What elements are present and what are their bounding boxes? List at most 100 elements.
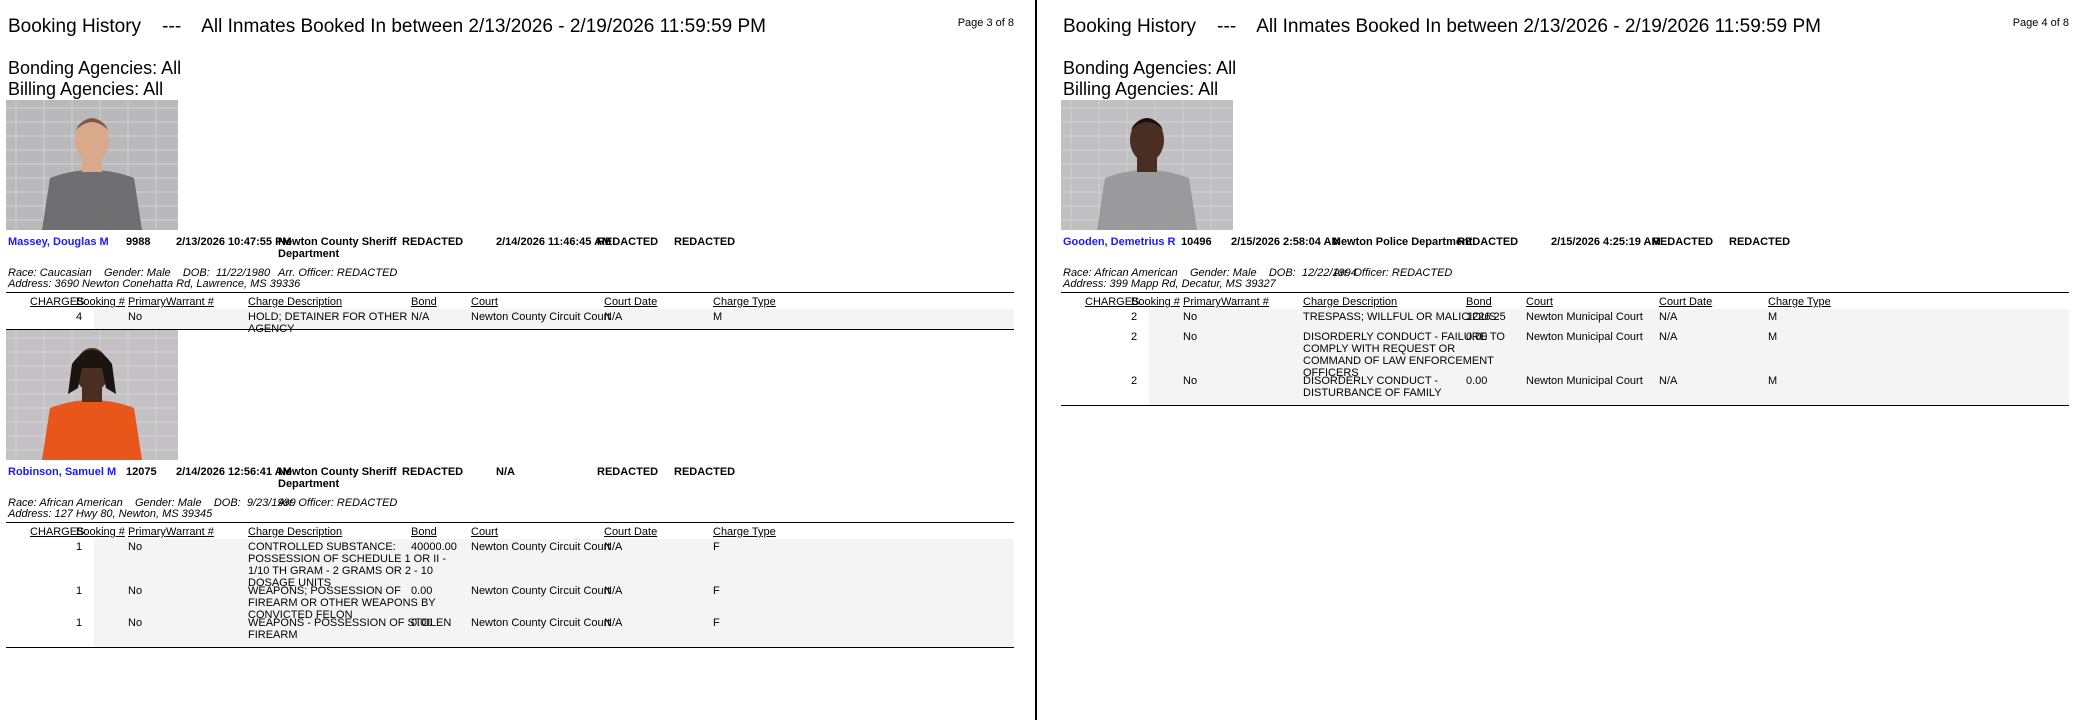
charge-booking: 1 bbox=[76, 541, 83, 553]
page-content: Booking History --- All Inmates Booked I… bbox=[6, 0, 1014, 648]
charges-header-bond: Bond bbox=[411, 296, 437, 308]
inmate-id: 9988 bbox=[126, 236, 151, 248]
charge-booking: 1 bbox=[76, 585, 83, 597]
charge-row: 2 No DISORDERLY CONDUCT - FAILURE TO COMPL… bbox=[1131, 329, 2069, 379]
charge-type: F bbox=[713, 585, 720, 597]
charges-header-warrant: Warrant # bbox=[166, 526, 214, 538]
charge-type: M bbox=[1768, 375, 1778, 387]
charge-court: Newton Municipal Court bbox=[1526, 311, 1643, 323]
charges-header-court-date: Court Date bbox=[604, 526, 658, 538]
charge-booking: 2 bbox=[1131, 311, 1138, 323]
charge-court-date: N/A bbox=[604, 617, 623, 629]
charges-table: CHARGES: Booking # Primary Warrant # Charge … bbox=[6, 292, 1014, 335]
arresting-agency: Newton County Sheriff Department bbox=[278, 466, 397, 490]
charges-header-type: Charge Type bbox=[713, 526, 776, 538]
charges-header-booking: Booking # bbox=[76, 526, 125, 538]
charges-header-warrant: Warrant # bbox=[1221, 296, 1269, 308]
charge-type: M bbox=[1768, 311, 1778, 323]
charges-header-court: Court bbox=[471, 526, 498, 538]
charge-court: Newton County Circuit Court bbox=[471, 585, 611, 597]
inmate-address: Address: 127 Hwy 80, Newton, MS 39345 bbox=[8, 508, 213, 520]
inmate-name: Gooden, Demetrius R bbox=[1063, 236, 1176, 248]
booking-summary: Robinson, Samuel M 12075 2/14/2026 12:56:4… bbox=[6, 466, 1014, 498]
report-title: Booking History --- All Inmates Booked I… bbox=[8, 16, 766, 37]
charge-bond: 0.00 bbox=[411, 617, 433, 629]
billing-agencies: Billing Agencies: All bbox=[1063, 79, 1219, 99]
charge-bond: 40000.00 bbox=[411, 541, 457, 553]
billing-agencies: Billing Agencies: All bbox=[8, 79, 164, 99]
redacted-field: REDACTED bbox=[674, 236, 736, 248]
charge-primary: No bbox=[128, 541, 143, 553]
inmate-id: 10496 bbox=[1181, 236, 1212, 248]
charge-bond: 1226.25 bbox=[1466, 311, 1506, 323]
charges-header-bond: Bond bbox=[1466, 296, 1492, 308]
charges-body: 2 No TRESPASS; WILLFUL OR MALICIOUS 1226.25… bbox=[1131, 309, 2069, 405]
report-page-4: Booking History --- All Inmates Booked I… bbox=[1037, 0, 2078, 720]
inmate-details: Race: Caucasian Gender: Male DOB: 11/22/… bbox=[6, 268, 1014, 290]
charge-row: 2 No DISORDERLY CONDUCT - DISTURBANCE OF F… bbox=[1131, 373, 2069, 405]
release-date: 2/15/2026 4:25:19 AM bbox=[1551, 236, 1661, 248]
redacted-field: REDACTED bbox=[402, 466, 464, 478]
charge-row: 1 No WEAPONS; POSSESSION OF FIREARM OR OTH… bbox=[76, 583, 1014, 621]
charge-type: M bbox=[1768, 331, 1778, 343]
inmate-record: Massey, Douglas M 9988 2/13/2026 10:47:55 … bbox=[6, 100, 1014, 335]
charges-header-bond: Bond bbox=[411, 526, 437, 538]
charge-booking: 2 bbox=[1131, 375, 1138, 387]
charge-row: 2 No TRESPASS; WILLFUL OR MALICIOUS 1226.25… bbox=[1131, 309, 2069, 329]
inmate-photo-frame bbox=[6, 330, 178, 460]
inmate-details: Race: African American Gender: Male DOB:… bbox=[6, 498, 1014, 520]
charge-row: 4 No HOLD; DETAINER FOR OTHER AGENCY N/A New… bbox=[76, 309, 1014, 335]
redacted-field: REDACTED bbox=[1729, 236, 1791, 248]
booking-summary: Massey, Douglas M 9988 2/13/2026 10:47:55 … bbox=[6, 236, 1014, 268]
charge-type: F bbox=[713, 541, 720, 553]
charges-header-desc: Charge Description bbox=[248, 296, 343, 308]
charges-header-court-date: Court Date bbox=[604, 296, 658, 308]
page-content: Booking History --- All Inmates Booked I… bbox=[1061, 0, 2069, 406]
booking-date: 2/13/2026 10:47:55 PM bbox=[176, 236, 292, 248]
charges-header-primary: Primary bbox=[128, 296, 166, 308]
charge-court-date: N/A bbox=[1659, 331, 1678, 343]
inmate-photo bbox=[1061, 100, 1233, 230]
charge-court-date: N/A bbox=[604, 541, 623, 553]
charge-bond: 0.00 bbox=[1466, 375, 1488, 387]
inmate-address: Address: 399 Mapp Rd, Decatur, MS 39327 bbox=[1063, 278, 1276, 290]
charge-court: Newton County Circuit Court bbox=[471, 311, 611, 323]
inmate-photo-frame bbox=[1061, 100, 1233, 230]
charge-court: Newton County Circuit Court bbox=[471, 617, 611, 629]
inmate-record: Robinson, Samuel M 12075 2/14/2026 12:56:4… bbox=[6, 330, 1014, 648]
charges-header-court: Court bbox=[1526, 296, 1553, 308]
charges-header-primary: Primary bbox=[128, 526, 166, 538]
charge-primary: No bbox=[128, 585, 143, 597]
charge-bond: 0.00 bbox=[411, 585, 433, 597]
charges-header-booking: Booking # bbox=[1131, 296, 1180, 308]
charges-header: CHARGES: Booking # Primary Warrant # Charge … bbox=[6, 293, 1014, 309]
page-number: Page 3 of 8 bbox=[957, 17, 1014, 29]
bonding-agencies: Bonding Agencies: All bbox=[8, 58, 182, 78]
redacted-field: REDACTED bbox=[1457, 236, 1519, 248]
charges-header-desc: Charge Description bbox=[248, 526, 343, 538]
redacted-field: REDACTED bbox=[674, 466, 736, 478]
charges-header: CHARGES: Booking # Primary Warrant # Charge … bbox=[1061, 293, 2069, 309]
charges-header-desc: Charge Description bbox=[1303, 296, 1398, 308]
charge-court: Newton Municipal Court bbox=[1526, 331, 1643, 343]
booking-date: 2/15/2026 2:58:04 AM bbox=[1231, 236, 1341, 248]
charge-primary: No bbox=[1183, 331, 1198, 343]
charges-header: CHARGES: Booking # Primary Warrant # Charge … bbox=[6, 523, 1014, 539]
charge-court-date: N/A bbox=[604, 311, 623, 323]
inmate-details: Race: African American Gender: Male DOB:… bbox=[1061, 268, 2069, 290]
charge-court-date: N/A bbox=[604, 585, 623, 597]
report-title: Booking History --- All Inmates Booked I… bbox=[1063, 16, 1821, 37]
arresting-officer: Arr. Officer: REDACTED bbox=[278, 267, 398, 279]
charges-header-booking: Booking # bbox=[76, 296, 125, 308]
inmate-photo bbox=[6, 330, 178, 460]
charge-primary: No bbox=[1183, 375, 1198, 387]
charge-booking: 1 bbox=[76, 617, 83, 629]
inmate-photo-frame bbox=[6, 100, 178, 230]
charges-body: 4 No HOLD; DETAINER FOR OTHER AGENCY N/A New… bbox=[76, 309, 1014, 335]
redacted-field: REDACTED bbox=[1652, 236, 1714, 248]
redacted-field: REDACTED bbox=[597, 466, 659, 478]
charges-header-warrant: Warrant # bbox=[166, 296, 214, 308]
charges-header-type: Charge Type bbox=[1768, 296, 1831, 308]
inmate-address: Address: 3690 Newton Conehatta Rd, Lawre… bbox=[8, 278, 301, 290]
charge-primary: No bbox=[1183, 311, 1198, 323]
